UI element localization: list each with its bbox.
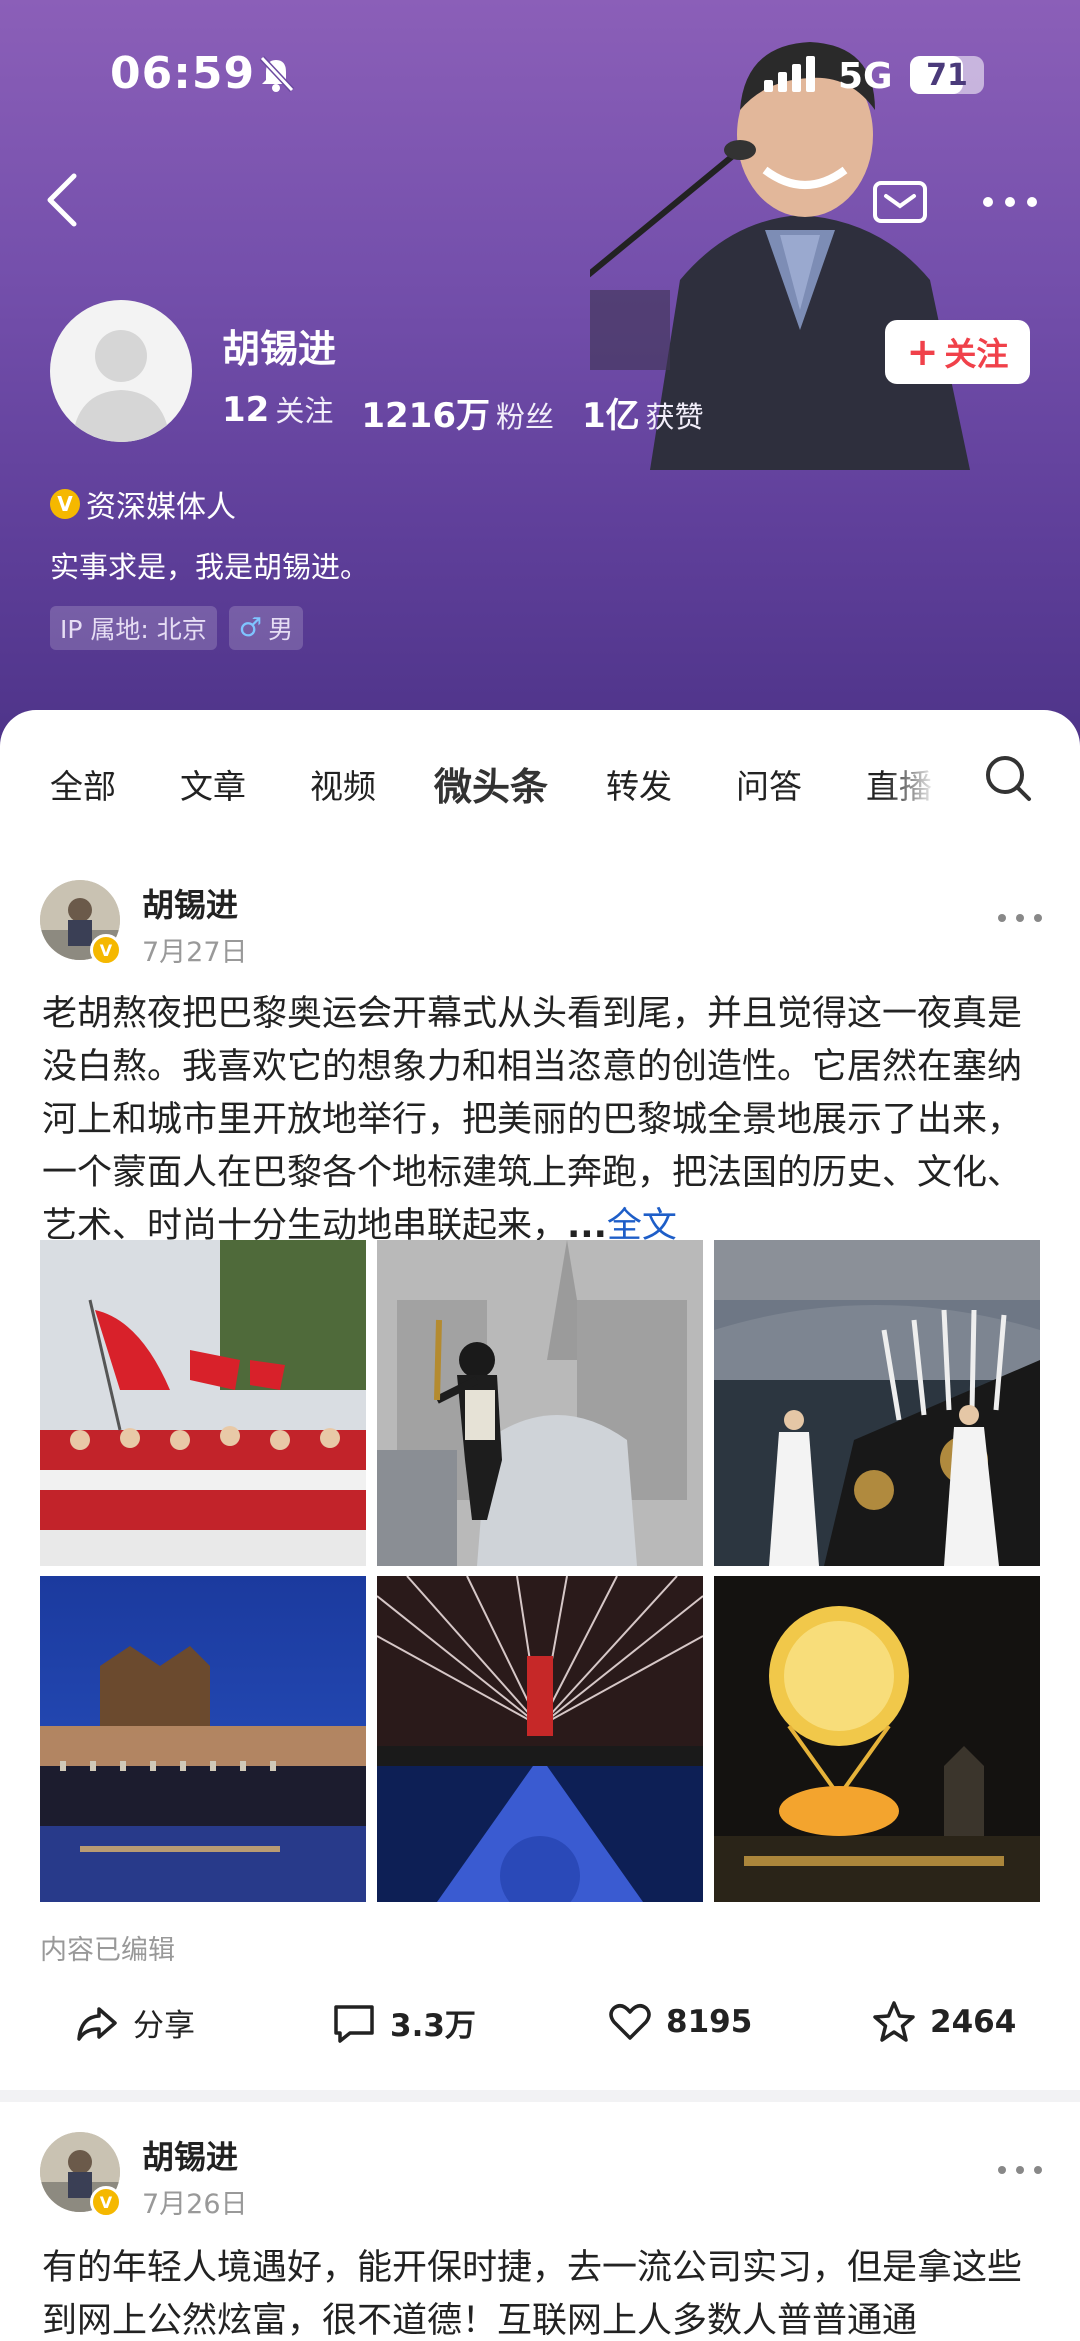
post-text[interactable]: 有的年轻人境遇好，能开保时捷，去一流公司实习，但是拿这些到网上公然炫富，很不道德… (42, 2242, 1042, 2341)
gender-text: 男 (268, 615, 294, 644)
more-icon[interactable] (996, 910, 1044, 926)
favorite-count: 2464 (930, 2004, 1017, 2040)
comment-icon (334, 2004, 374, 2043)
profile-bio: 实事求是，我是胡锡进。 (50, 550, 370, 584)
comment-button[interactable]: 3.3万 (332, 2000, 476, 2045)
tab-micro-posts[interactable]: 微头条 (434, 756, 548, 811)
ip-location-text: IP 属地: 北京 (60, 615, 207, 644)
verified-badge-icon: V (90, 2186, 122, 2218)
post-date: 7月27日 (142, 937, 248, 968)
stat-likes[interactable]: 1亿 获赞 (582, 388, 704, 437)
bell-off-icon (259, 55, 295, 93)
stat-followers-label: 粉丝 (495, 400, 554, 434)
post-image-grid (40, 1240, 1040, 1902)
post-image[interactable] (377, 1240, 703, 1566)
post-separator (0, 2090, 1080, 2102)
content-sheet: 全部 文章 视频 微头条 转发 问答 直播 V 胡锡进 7月27日 老胡熬夜把巴… (0, 710, 1080, 2341)
post-actions: 分享 3.3万 8195 2464 (0, 2000, 1080, 2060)
post-author-name[interactable]: 胡锡进 (142, 880, 238, 926)
stat-following[interactable]: 12 关注 (222, 388, 333, 437)
more-icon[interactable] (980, 180, 1040, 224)
post-image[interactable] (377, 1576, 703, 1902)
heart-icon (609, 2004, 651, 2040)
profile-tags: IP 属地: 北京 ♂ 男 (50, 606, 304, 650)
profile-name: 胡锡进 (222, 327, 337, 371)
tab-all[interactable]: 全部 (50, 760, 116, 808)
stat-likes-label: 获赞 (645, 400, 704, 434)
follow-button[interactable]: + 关注 (885, 320, 1030, 384)
post-image[interactable] (40, 1576, 366, 1902)
share-icon (77, 2006, 117, 2041)
verified-badge-icon: V (90, 934, 122, 966)
stat-followers-value: 1216万 (361, 396, 490, 436)
post-image[interactable] (40, 1240, 366, 1566)
profile-avatar[interactable] (50, 300, 192, 442)
comment-count: 3.3万 (390, 2008, 476, 2044)
stat-following-value: 12 (222, 390, 270, 430)
status-bar: 06:59 5G 71 (0, 40, 1080, 110)
plus-icon: + (906, 330, 939, 374)
post-card[interactable]: V 胡锡进 7月27日 老胡熬夜把巴黎奥运会开幕式从头看到尾，并且觉得这一夜真是… (0, 850, 1080, 2090)
post-text[interactable]: 老胡熬夜把巴黎奥运会开幕式从头看到尾，并且觉得这一夜真是没白熬。我喜欢它的想象力… (42, 988, 1042, 1253)
like-button[interactable]: 8195 (608, 2000, 752, 2044)
tab-reposts[interactable]: 转发 (606, 760, 672, 808)
post-author-name[interactable]: 胡锡进 (142, 2132, 238, 2178)
post-image[interactable] (714, 1240, 1040, 1566)
signal-icon (764, 56, 815, 92)
share-button[interactable]: 分享 (75, 2000, 195, 2045)
post-image[interactable] (714, 1576, 1040, 1902)
verified-badge-icon: V (50, 489, 80, 519)
battery-indicator: 71 (910, 56, 984, 94)
search-icon[interactable] (984, 754, 1032, 802)
profile-stats: 12 关注 1216万 粉丝 1亿 获赞 (222, 388, 704, 437)
status-time: 06:59 (110, 48, 256, 99)
tab-live[interactable]: 直播 (866, 760, 932, 808)
network-type: 5G (838, 56, 893, 97)
gender-tag: ♂ 男 (228, 606, 304, 650)
mail-icon[interactable] (872, 180, 928, 224)
share-label: 分享 (133, 2008, 195, 2044)
battery-level: 71 (926, 58, 968, 93)
star-icon (873, 2001, 915, 2042)
post-body: 老胡熬夜把巴黎奥运会开幕式从头看到尾，并且觉得这一夜真是没白熬。我喜欢它的想象力… (42, 994, 1023, 1246)
content-tabs: 全部 文章 视频 微头条 转发 问答 直播 (0, 710, 1080, 850)
verification-text: 资深媒体人 (86, 490, 236, 525)
like-count: 8195 (666, 2004, 753, 2040)
tab-articles[interactable]: 文章 (180, 760, 246, 808)
post-date: 7月26日 (142, 2189, 248, 2220)
ip-location-tag: IP 属地: 北京 (50, 606, 217, 650)
stat-following-label: 关注 (275, 394, 334, 428)
follow-label: 关注 (944, 335, 1009, 373)
chevron-left-icon[interactable] (38, 170, 88, 230)
post-card[interactable]: V 胡锡进 7月26日 有的年轻人境遇好，能开保时捷，去一流公司实习，但是拿这些… (0, 2102, 1080, 2341)
favorite-button[interactable]: 2464 (872, 2000, 1016, 2044)
edited-note: 内容已编辑 (40, 1935, 175, 1966)
tab-qa[interactable]: 问答 (736, 760, 802, 808)
tab-videos[interactable]: 视频 (310, 760, 376, 808)
more-icon[interactable] (996, 2162, 1044, 2178)
stat-likes-value: 1亿 (582, 396, 640, 436)
male-icon: ♂ (238, 613, 263, 643)
stat-followers[interactable]: 1216万 粉丝 (361, 388, 554, 437)
verification-row: V 资深媒体人 (50, 482, 236, 526)
profile-header: 06:59 5G 71 胡锡进 12 关注 1216万 粉丝 1亿 获赞 + 关… (0, 0, 1080, 760)
